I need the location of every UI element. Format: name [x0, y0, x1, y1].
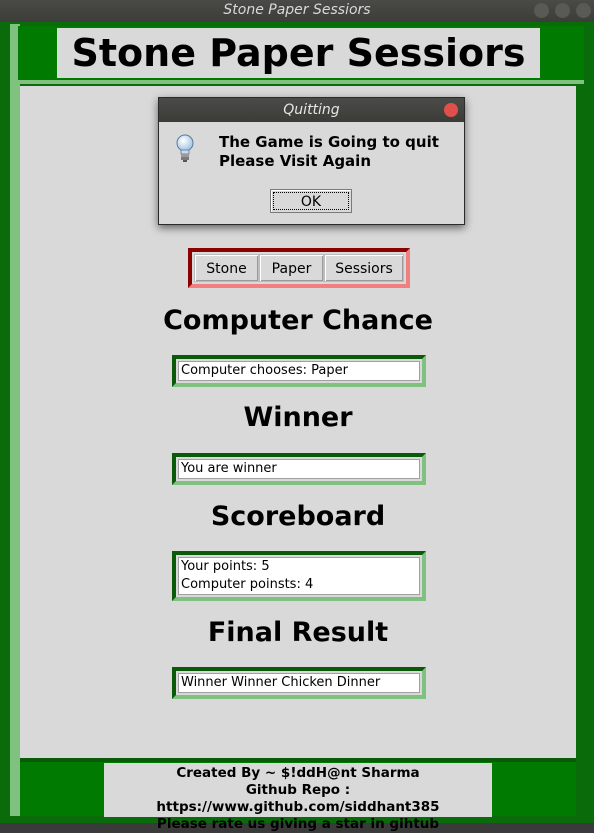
winner-box: You are winner	[172, 453, 426, 485]
window-titlebar[interactable]: Stone Paper Sessiors	[0, 0, 594, 22]
final-result-box: Winner Winner Chicken Dinner	[172, 667, 426, 699]
player-points: Your points: 5	[181, 559, 270, 574]
dialog-message: The Game is Going to quit Please Visit A…	[219, 133, 439, 171]
stone-button[interactable]: Stone	[194, 254, 259, 282]
maximize-button[interactable]	[555, 3, 570, 18]
winner-field: You are winner	[178, 459, 420, 479]
sessiors-button[interactable]: Sessiors	[324, 254, 404, 282]
ok-button[interactable]: OK	[270, 189, 352, 213]
scoreboard-box: Your points: 5 Computer poinsts: 4	[172, 551, 426, 601]
footer-credits: Created By ~ $!ddH@nt Sharma Github Repo…	[104, 763, 492, 832]
dialog-line-2: Please Visit Again	[219, 152, 371, 170]
computer-chance-box: Computer chooses: Paper	[172, 355, 426, 387]
app-title: Stone Paper Sessiors	[57, 28, 540, 78]
computer-points: Computer poinsts: 4	[181, 577, 314, 592]
lightbulb-icon	[175, 134, 195, 164]
dialog-title: Quitting	[283, 102, 340, 118]
computer-chance-heading: Computer Chance	[163, 305, 433, 336]
close-window-button[interactable]	[576, 3, 591, 18]
choice-button-group: Stone Paper Sessiors	[188, 248, 410, 288]
dialog-line-1: The Game is Going to quit	[219, 133, 439, 151]
scoreboard-heading: Scoreboard	[210, 501, 386, 532]
computer-chance-field: Computer chooses: Paper	[178, 361, 420, 381]
dialog-close-button[interactable]	[444, 103, 458, 117]
minimize-button[interactable]	[534, 3, 549, 18]
final-result-field: Winner Winner Chicken Dinner	[178, 673, 420, 693]
footer-author: Created By ~ $!ddH@nt Sharma	[176, 765, 420, 781]
quit-dialog: Quitting The Game is Going to quit Pleas…	[158, 97, 465, 225]
scoreboard-field: Your points: 5 Computer poinsts: 4	[178, 557, 420, 595]
footer-rate: Please rate us giving a star in gihtub	[156, 816, 440, 832]
dialog-titlebar[interactable]: Quitting	[159, 98, 464, 122]
window-title: Stone Paper Sessiors	[223, 2, 371, 18]
final-result-heading: Final Result	[207, 617, 389, 648]
paper-button[interactable]: Paper	[259, 254, 324, 282]
footer-repo: Github Repo : https://www.github.com/sid…	[156, 782, 440, 815]
winner-heading: Winner	[243, 402, 353, 433]
